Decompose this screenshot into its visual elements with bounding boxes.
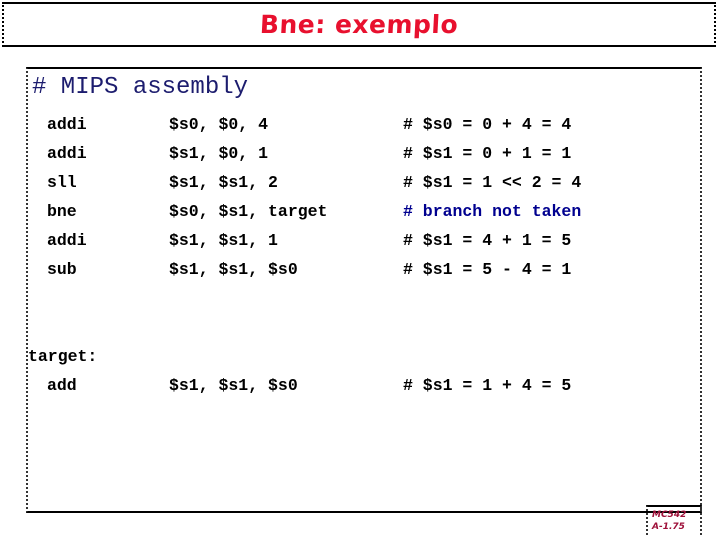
code-mnemonic: addi xyxy=(47,115,87,134)
title-bar: Bne: exemplo xyxy=(2,2,716,47)
code-operands: $s1, $s1, 2 xyxy=(169,173,278,192)
code-block: # MIPS assembly addi $s0, $0, 4 # $s0 = 0 … xyxy=(28,69,700,511)
code-operands: $s1, $s1, $s0 xyxy=(169,376,298,395)
code-line-spacer xyxy=(28,284,700,313)
code-line: addi $s1, $s1, 1 # $s1 = 4 + 1 = 5 xyxy=(28,226,700,255)
code-comment: # $s1 = 4 + 1 = 5 xyxy=(403,231,572,250)
code-comment: # $s0 = 0 + 4 = 4 xyxy=(403,115,572,134)
code-line: sub $s1, $s1, $s0 # $s1 = 5 - 4 = 1 xyxy=(28,255,700,284)
code-comment: # $s1 = 0 + 1 = 1 xyxy=(403,144,572,163)
footer-course-label: MC542 xyxy=(652,510,687,520)
code-line: sll $s1, $s1, 2 # $s1 = 1 << 2 = 4 xyxy=(28,168,700,197)
code-comment: # $s1 = 1 + 4 = 5 xyxy=(403,376,572,395)
code-comment: # $s1 = 5 - 4 = 1 xyxy=(403,260,572,279)
slide: Bne: exemplo # MIPS assembly addi $s0, $0… xyxy=(0,0,720,540)
code-mnemonic: addi xyxy=(47,144,87,163)
code-operands: $s1, $0, 1 xyxy=(169,144,269,163)
code-label: target: xyxy=(28,347,98,366)
page-title: Bne: exemplo xyxy=(259,10,459,39)
code-operands: $s1, $s1, 1 xyxy=(169,231,278,250)
content-box: # MIPS assembly addi $s0, $0, 4 # $s0 = 0 … xyxy=(26,67,702,513)
code-operands: $s0, $s1, target xyxy=(169,202,328,221)
code-operands: $s0, $0, 4 xyxy=(169,115,269,134)
code-line: addi $s0, $0, 4 # $s0 = 0 + 4 = 4 xyxy=(28,110,700,139)
code-mnemonic: add xyxy=(47,376,77,395)
code-line-list: addi $s0, $0, 4 # $s0 = 0 + 4 = 4 addi $s1, … xyxy=(28,110,700,400)
code-operands: $s1, $s1, $s0 xyxy=(169,260,298,279)
footer-box: MC542 A-1.75 xyxy=(646,505,702,535)
footer-page-label: A-1.75 xyxy=(652,522,685,532)
code-line-spacer xyxy=(28,313,700,342)
code-mnemonic: sll xyxy=(47,173,77,192)
code-comment: # $s1 = 1 << 2 = 4 xyxy=(403,173,582,192)
code-line: target: xyxy=(28,342,700,371)
code-mnemonic: addi xyxy=(47,231,87,250)
code-heading: # MIPS assembly xyxy=(32,74,249,101)
code-line: addi $s1, $0, 1 # $s1 = 0 + 1 = 1 xyxy=(28,139,700,168)
code-line: bne $s0, $s1, target # branch not taken xyxy=(28,197,700,226)
code-comment-highlighted: # branch not taken xyxy=(403,202,582,221)
code-line: add $s1, $s1, $s0 # $s1 = 1 + 4 = 5 xyxy=(28,371,700,400)
code-mnemonic: bne xyxy=(47,202,77,221)
code-mnemonic: sub xyxy=(47,260,77,279)
